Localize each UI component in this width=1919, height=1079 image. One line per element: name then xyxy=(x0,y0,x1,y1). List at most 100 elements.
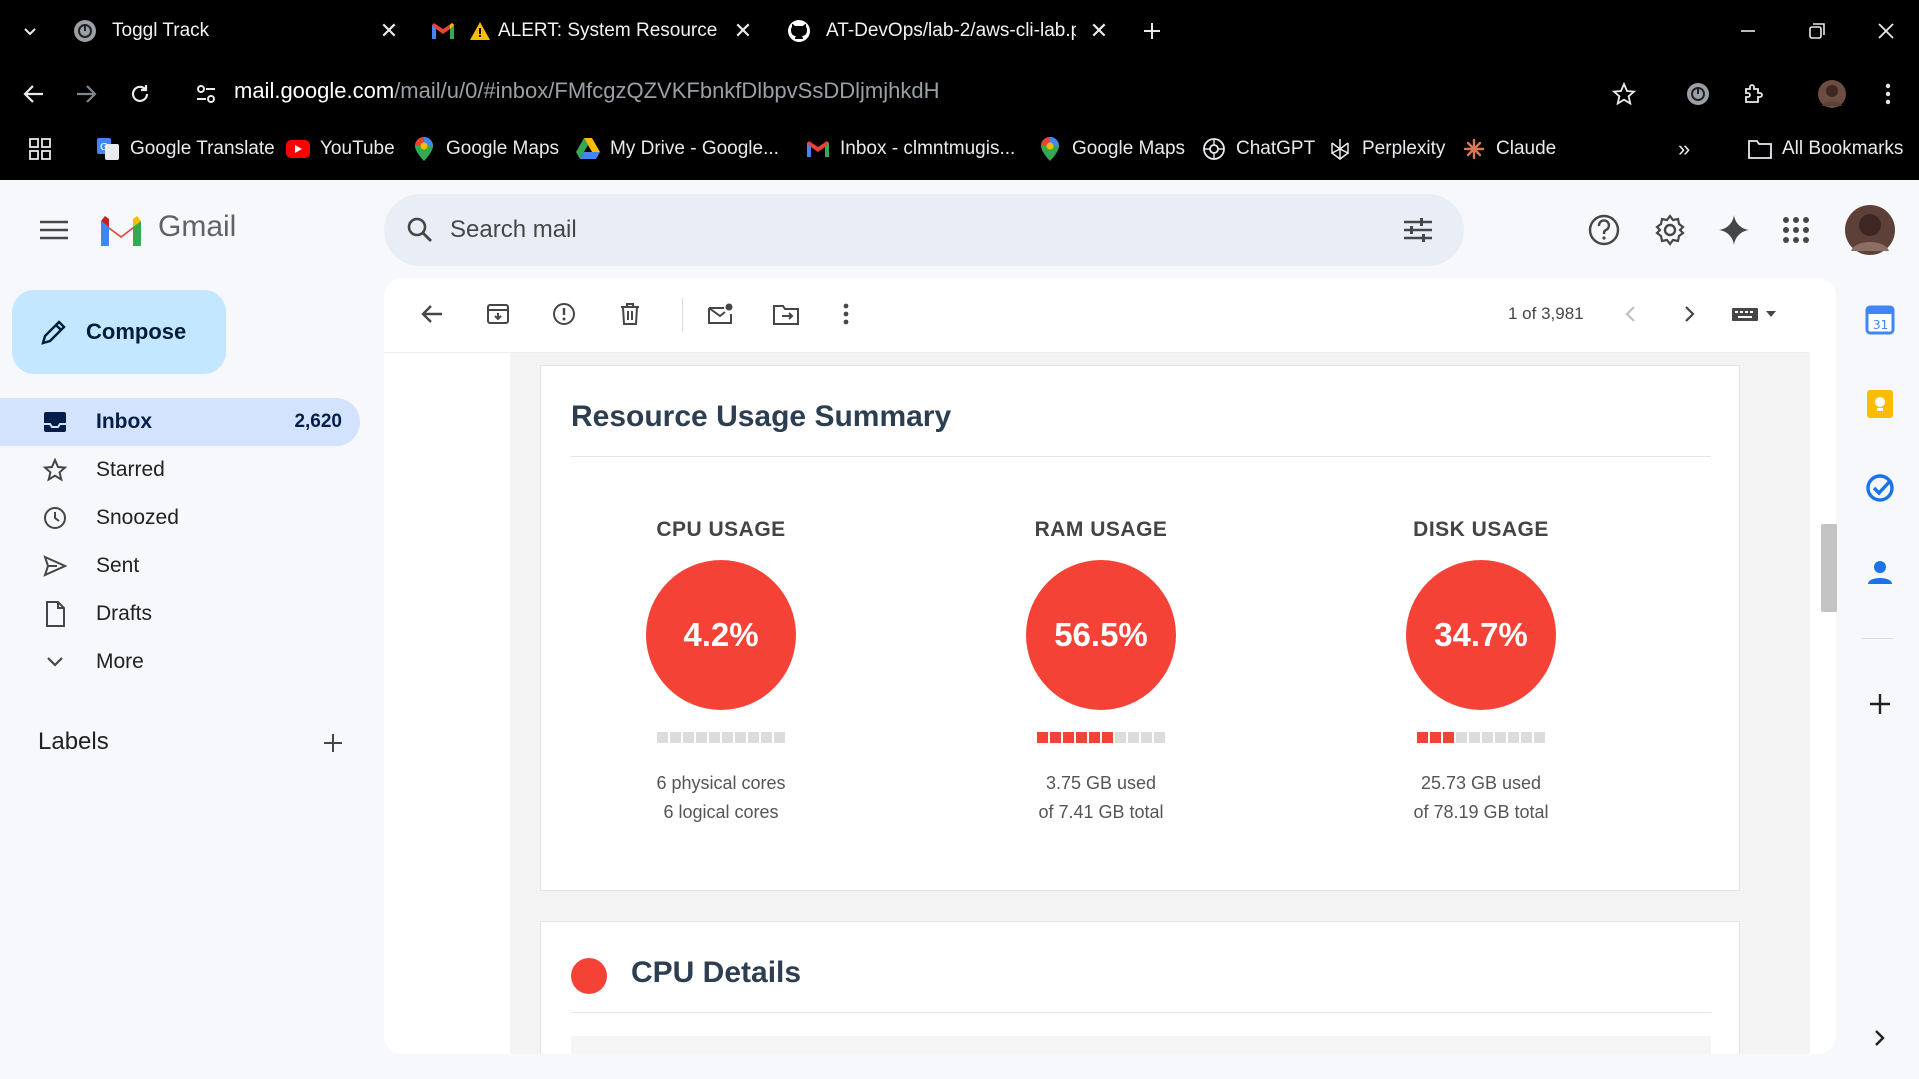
bookmark-chatgpt[interactable]: ChatGPT xyxy=(1202,126,1315,172)
metric-detail-2: of 78.19 GB total xyxy=(1413,802,1549,822)
nav-item-more[interactable]: More xyxy=(0,638,360,686)
tasks-icon[interactable] xyxy=(1860,468,1900,508)
search-bar[interactable]: Search mail xyxy=(384,194,1464,266)
resource-summary-card: Resource Usage Summary CPU USAGE 4.2% 6 … xyxy=(540,365,1740,891)
account-avatar[interactable] xyxy=(1844,204,1896,256)
gmail-icon xyxy=(430,18,456,44)
all-bookmarks-button[interactable]: All Bookmarks xyxy=(1748,126,1903,172)
compose-button[interactable]: Compose xyxy=(12,290,226,374)
bookmark-youtube[interactable]: YouTube xyxy=(286,126,395,172)
back-icon[interactable] xyxy=(14,74,54,114)
newer-chevron-left-icon[interactable] xyxy=(1608,292,1652,336)
toggl-extension-icon[interactable] xyxy=(1678,74,1718,114)
bookmark-inbox[interactable]: Inbox - clmntmugis... xyxy=(806,126,1015,172)
bookmark-claude[interactable]: Claude xyxy=(1462,126,1556,172)
nav-item-drafts[interactable]: Drafts xyxy=(0,590,360,638)
google-apps-icon[interactable] xyxy=(1772,206,1820,254)
tab-gmail-alert[interactable]: ALERT: System Resources Cr ✕ xyxy=(430,0,756,62)
folder-icon xyxy=(1748,137,1772,161)
address-bar[interactable]: mail.google.com/mail/u/0/#inbox/FMfcgzQZ… xyxy=(234,78,939,104)
main-menu-icon[interactable] xyxy=(30,206,78,254)
usage-bar xyxy=(961,732,1241,743)
add-addon-icon[interactable] xyxy=(1860,684,1900,724)
bookmark-perplexity[interactable]: Perplexity xyxy=(1328,126,1445,172)
divider xyxy=(571,1012,1711,1013)
profile-avatar[interactable] xyxy=(1812,74,1852,114)
browser-toolbar: mail.google.com/mail/u/0/#inbox/FMfcgzQZ… xyxy=(0,62,1919,126)
back-to-inbox-icon[interactable] xyxy=(410,292,454,336)
add-label-icon[interactable] xyxy=(316,726,350,760)
scrollbar-thumb[interactable] xyxy=(1821,524,1837,612)
help-icon[interactable] xyxy=(1580,206,1628,254)
gmail-header: Gmail Search mail xyxy=(0,182,1919,278)
tab-search-chevron-icon[interactable] xyxy=(10,11,50,51)
bookmark-google-maps[interactable]: Google Maps xyxy=(412,126,559,172)
search-input[interactable]: Search mail xyxy=(450,216,577,244)
usage-segment xyxy=(1469,732,1480,743)
reload-icon[interactable] xyxy=(120,74,160,114)
claude-icon xyxy=(1462,137,1486,161)
metric-detail-2: 6 logical cores xyxy=(663,802,779,822)
usage-segment xyxy=(761,732,772,743)
forward-icon[interactable] xyxy=(66,74,106,114)
keep-icon[interactable] xyxy=(1860,384,1900,424)
github-icon xyxy=(786,18,812,44)
nav-label: More xyxy=(96,650,144,673)
close-tab-icon[interactable]: ✕ xyxy=(376,18,402,44)
pencil-icon xyxy=(40,318,68,346)
nav-item-starred[interactable]: Starred xyxy=(0,446,360,494)
gmail-sidebar: Compose Inbox 2,620 Starred Snoozed Sent… xyxy=(0,280,370,1079)
search-options-icon[interactable] xyxy=(1394,206,1442,254)
usage-segment xyxy=(709,732,720,743)
calendar-icon[interactable]: 31 xyxy=(1860,300,1900,340)
restore-icon[interactable] xyxy=(1797,11,1837,51)
toolbar-divider xyxy=(682,298,683,332)
nav-item-sent[interactable]: Sent xyxy=(0,542,360,590)
metric-title: DISK USAGE xyxy=(1413,518,1549,541)
chatgpt-icon xyxy=(1202,137,1226,161)
bookmark-google-translate[interactable]: G Google Translate xyxy=(96,126,275,172)
report-spam-icon[interactable] xyxy=(542,292,586,336)
usage-bar xyxy=(581,732,861,743)
draft-icon xyxy=(40,599,70,629)
minimize-icon[interactable] xyxy=(1728,11,1768,51)
apps-grid-icon[interactable] xyxy=(20,129,60,169)
usage-segment xyxy=(657,732,668,743)
extensions-puzzle-icon[interactable] xyxy=(1734,74,1774,114)
usage-segment xyxy=(683,732,694,743)
gmail-logo-icon[interactable] xyxy=(96,206,146,254)
new-tab-icon[interactable] xyxy=(1132,11,1172,51)
url-path: /mail/u/0/#inbox/FMfcgzQZVKFbnkfDlbpvSsD… xyxy=(394,78,940,103)
tab-toggl[interactable]: Toggl Track ✕ xyxy=(72,0,402,62)
close-tab-icon[interactable]: ✕ xyxy=(730,18,756,44)
move-to-icon[interactable] xyxy=(764,292,808,336)
bookmark-star-icon[interactable] xyxy=(1604,74,1644,114)
usage-segment xyxy=(735,732,746,743)
bookmark-label: ChatGPT xyxy=(1236,138,1316,159)
close-tab-icon[interactable]: ✕ xyxy=(1086,18,1112,44)
usage-segment xyxy=(1482,732,1493,743)
nav-item-snoozed[interactable]: Snoozed xyxy=(0,494,360,542)
more-actions-icon[interactable] xyxy=(824,292,868,336)
input-tools-keyboard-icon[interactable] xyxy=(1724,292,1784,336)
delete-icon[interactable] xyxy=(608,292,652,336)
search-icon[interactable] xyxy=(396,206,444,254)
summary-title: Resource Usage Summary xyxy=(571,400,952,433)
site-info-icon[interactable] xyxy=(186,74,226,114)
close-window-icon[interactable] xyxy=(1866,11,1906,51)
older-chevron-right-icon[interactable] xyxy=(1668,292,1712,336)
browser-menu-icon[interactable] xyxy=(1868,74,1908,114)
tab-github[interactable]: AT-DevOps/lab-2/aws-cli-lab.pr ✕ xyxy=(786,0,1112,62)
nav-item-inbox[interactable]: Inbox 2,620 xyxy=(0,398,360,446)
settings-gear-icon[interactable] xyxy=(1646,206,1694,254)
mark-unread-icon[interactable] xyxy=(698,292,742,336)
archive-icon[interactable] xyxy=(476,292,520,336)
bookmark-google-maps-2[interactable]: Google Maps xyxy=(1038,126,1185,172)
contacts-icon[interactable] xyxy=(1860,552,1900,592)
browser-tab-bar: Toggl Track ✕ ALERT: System Resources Cr… xyxy=(0,0,1919,62)
bookmark-my-drive[interactable]: My Drive - Google... xyxy=(576,126,779,172)
more-bookmarks-button[interactable]: » xyxy=(1678,126,1690,172)
show-side-panel-chevron-icon[interactable] xyxy=(1860,1018,1900,1058)
gemini-sparkle-icon[interactable] xyxy=(1710,206,1758,254)
warning-icon xyxy=(470,18,490,44)
